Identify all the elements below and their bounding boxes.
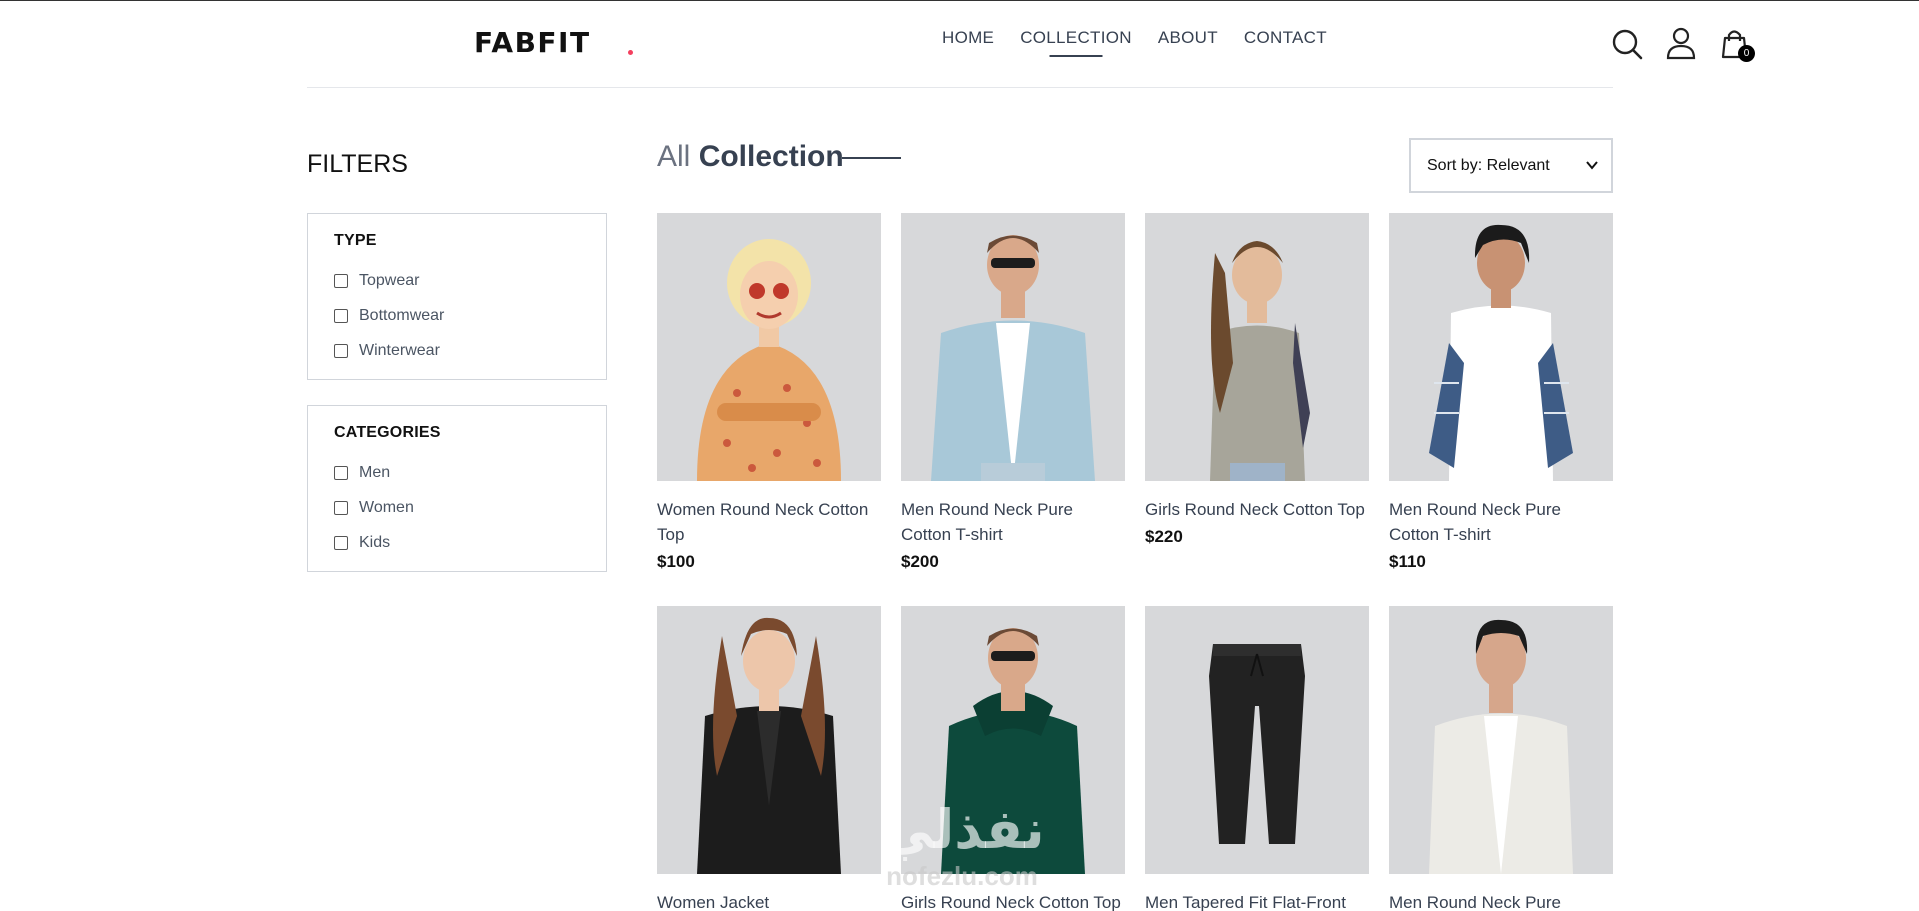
filter-type-panel: TYPE Topwear Bottomwear Winterwear [307,213,607,380]
product-card[interactable]: Men Round Neck Pure Cotton T-shirt $110 [1389,213,1613,572]
product-name[interactable]: Men Tapered Fit Flat-Front [1145,890,1369,911]
sort-select-value: Sort by: Relevant [1427,156,1550,174]
product-price: $110 [1389,552,1426,571]
cart-count-badge: 0 [1738,45,1755,62]
filter-option-label: Winterwear [359,341,440,359]
logo-dot [628,50,633,55]
search-icon[interactable] [1609,26,1645,62]
product-image[interactable] [657,606,881,874]
nav-collection-label: COLLECTION [1020,28,1132,47]
product-image[interactable] [901,606,1125,874]
checkbox[interactable] [334,308,348,323]
checkbox[interactable] [334,535,348,550]
title-divider-line [842,157,901,159]
product-name[interactable]: Men Round Neck Pure Cotton T-shirt [901,497,1125,547]
product-card[interactable]: Women Round Neck Cotton Top $100 [657,213,881,572]
filter-option-women[interactable]: Women [334,490,580,525]
filter-option-bottomwear[interactable]: Bottomwear [334,298,580,333]
product-image[interactable] [901,213,1125,481]
product-name[interactable]: Men Round Neck Pure Cotton T-shirt [1389,497,1613,547]
filter-option-winterwear[interactable]: Winterwear [334,333,580,368]
collection-title-bold: Collection [698,140,844,173]
filter-option-men[interactable]: Men [334,455,580,490]
chevron-down-icon [1586,161,1598,170]
filter-categories-heading: CATEGORIES [334,424,441,441]
product-price: $100 [657,552,695,571]
nav-about[interactable]: ABOUT [1158,28,1218,48]
filters-title[interactable]: FILTERS [307,150,408,179]
main-nav: HOME COLLECTION ABOUT CONTACT [942,28,1327,57]
nav-active-underline [1049,55,1103,57]
navbar: FABFIT HOME COLLECTION ABOUT CONTACT 0 [307,0,1755,88]
product-name[interactable]: Women Jacket [657,890,881,911]
product-image[interactable] [1389,213,1613,481]
product-name[interactable]: Girls Round Neck Cotton Top [1145,497,1369,522]
checkbox[interactable] [334,500,348,515]
brand-logo[interactable]: FABFIT [474,26,591,59]
product-image[interactable] [1145,606,1369,874]
filter-option-label: Men [359,463,391,481]
checkbox[interactable] [334,465,348,480]
product-price: $200 [901,552,939,571]
product-card[interactable]: Girls Round Neck Cotton Top $220 [1145,213,1369,547]
product-card[interactable]: Women Jacket [657,606,881,911]
filter-option-kids[interactable]: Kids [334,525,580,560]
filter-option-label: Kids [359,533,391,551]
checkbox[interactable] [334,343,348,358]
product-card[interactable]: Men Round Neck Pure Cotton T-shirt $200 [901,213,1125,572]
product-image[interactable] [657,213,881,481]
product-card[interactable]: Girls Round Neck Cotton Top [901,606,1125,911]
nav-collection[interactable]: COLLECTION [1020,28,1132,57]
product-price: $220 [1145,527,1183,546]
product-name[interactable]: Girls Round Neck Cotton Top [901,890,1125,911]
nav-home[interactable]: HOME [942,28,994,48]
product-name[interactable]: Men Round Neck Pure [1389,890,1613,911]
filter-option-label: Women [359,498,414,516]
product-name[interactable]: Women Round Neck Cotton Top [657,497,881,547]
product-image[interactable] [1389,606,1613,874]
product-card[interactable]: Men Round Neck Pure [1389,606,1613,911]
filter-option-label: Topwear [359,271,420,289]
product-card[interactable]: Men Tapered Fit Flat-Front [1145,606,1369,911]
product-image[interactable] [1145,213,1369,481]
filter-categories-panel: CATEGORIES Men Women Kids [307,405,607,572]
nav-contact[interactable]: CONTACT [1244,28,1327,48]
collection-title: All Collection [657,140,844,174]
collection-title-light: All [657,140,691,173]
filter-option-label: Bottomwear [359,306,445,324]
filter-option-topwear[interactable]: Topwear [334,263,580,298]
cart-icon[interactable]: 0 [1718,26,1755,62]
user-icon[interactable] [1663,26,1699,62]
checkbox[interactable] [334,273,348,288]
filter-type-heading: TYPE [334,232,377,249]
sort-select[interactable]: Sort by: Relevant [1409,138,1613,193]
